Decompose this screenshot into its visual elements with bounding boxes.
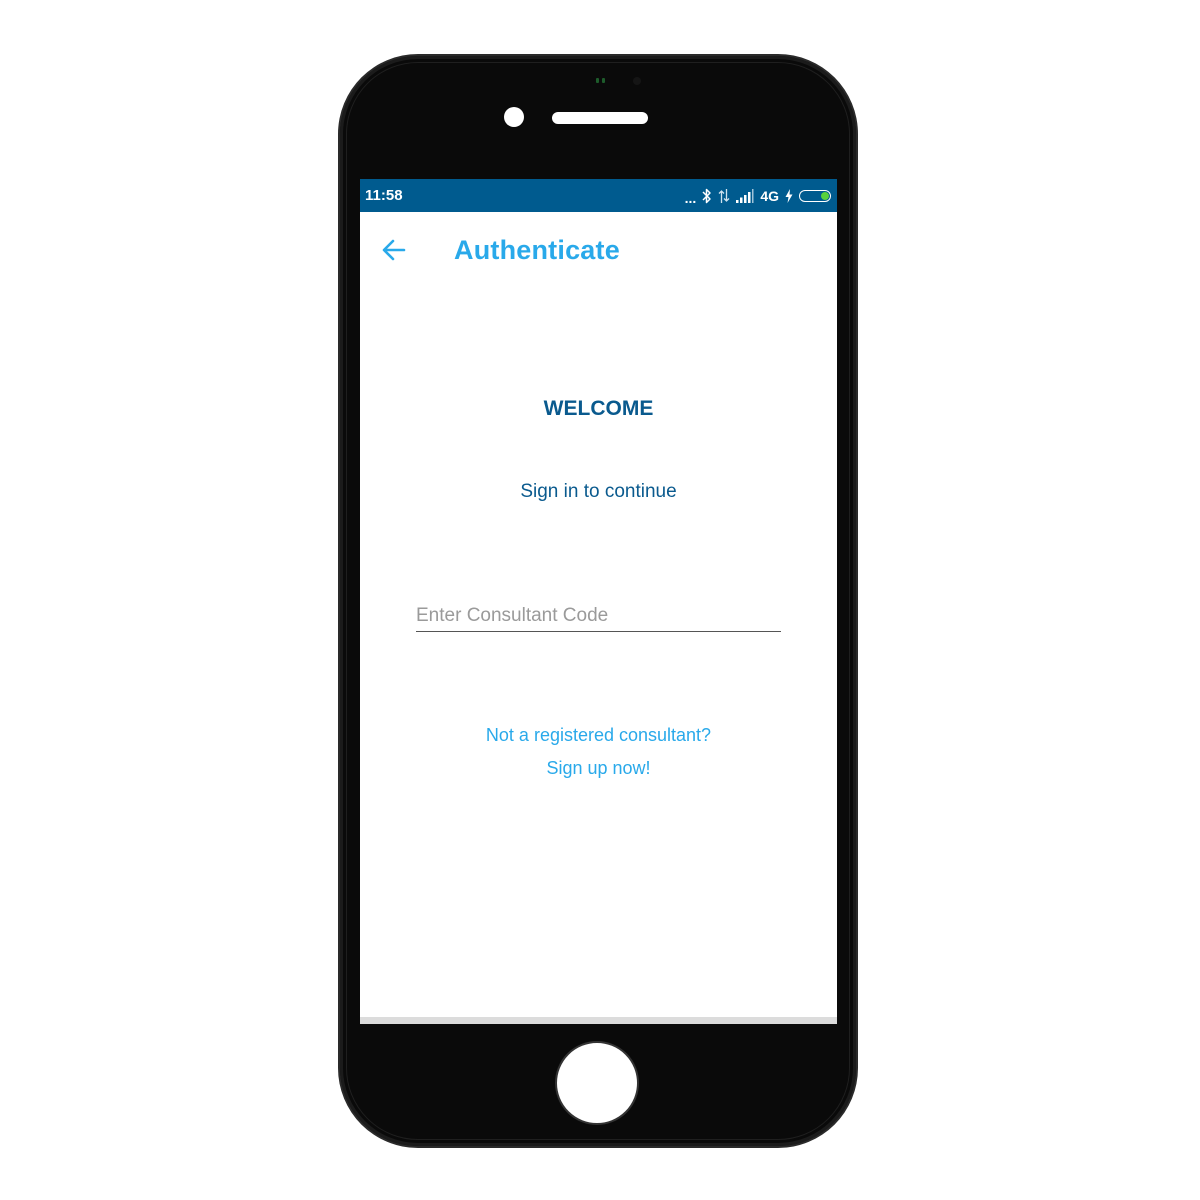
screen-bottom-edge (360, 1017, 837, 1024)
battery-level (820, 192, 829, 200)
earpiece-speaker (552, 112, 648, 124)
signup-question: Not a registered consultant? (485, 725, 712, 745)
sign-in-subtitle: Sign in to continue (520, 481, 677, 502)
sensor-dot (596, 78, 599, 83)
bluetooth-icon (702, 188, 712, 204)
status-time: 11:58 (365, 187, 403, 204)
app-bar: Authenticate (360, 212, 837, 288)
front-camera (504, 107, 524, 127)
phone-screen: 11:58 ... 4G Authenticate WELCOME Sign i… (360, 179, 837, 1024)
page-title: Authenticate (454, 235, 620, 265)
battery-icon (799, 190, 831, 202)
status-icons: ... 4G (685, 185, 831, 207)
proximity-sensor (633, 77, 641, 85)
sign-up-link[interactable]: Sign up now! (360, 758, 837, 779)
status-bar: 11:58 ... 4G (360, 179, 837, 212)
charging-icon (785, 189, 793, 203)
page: 11:58 ... 4G Authenticate WELCOME Sign i… (0, 0, 1200, 1200)
overflow-dots: ... (684, 190, 697, 206)
sensor-dot (602, 78, 605, 83)
signal-icon (736, 189, 754, 203)
welcome-heading: WELCOME (543, 397, 654, 420)
arrow-left-icon[interactable] (380, 236, 408, 264)
consultant-code-input[interactable] (416, 600, 781, 632)
home-button[interactable] (555, 1041, 639, 1125)
data-transfer-icon (718, 189, 730, 203)
network-type: 4G (760, 188, 779, 204)
